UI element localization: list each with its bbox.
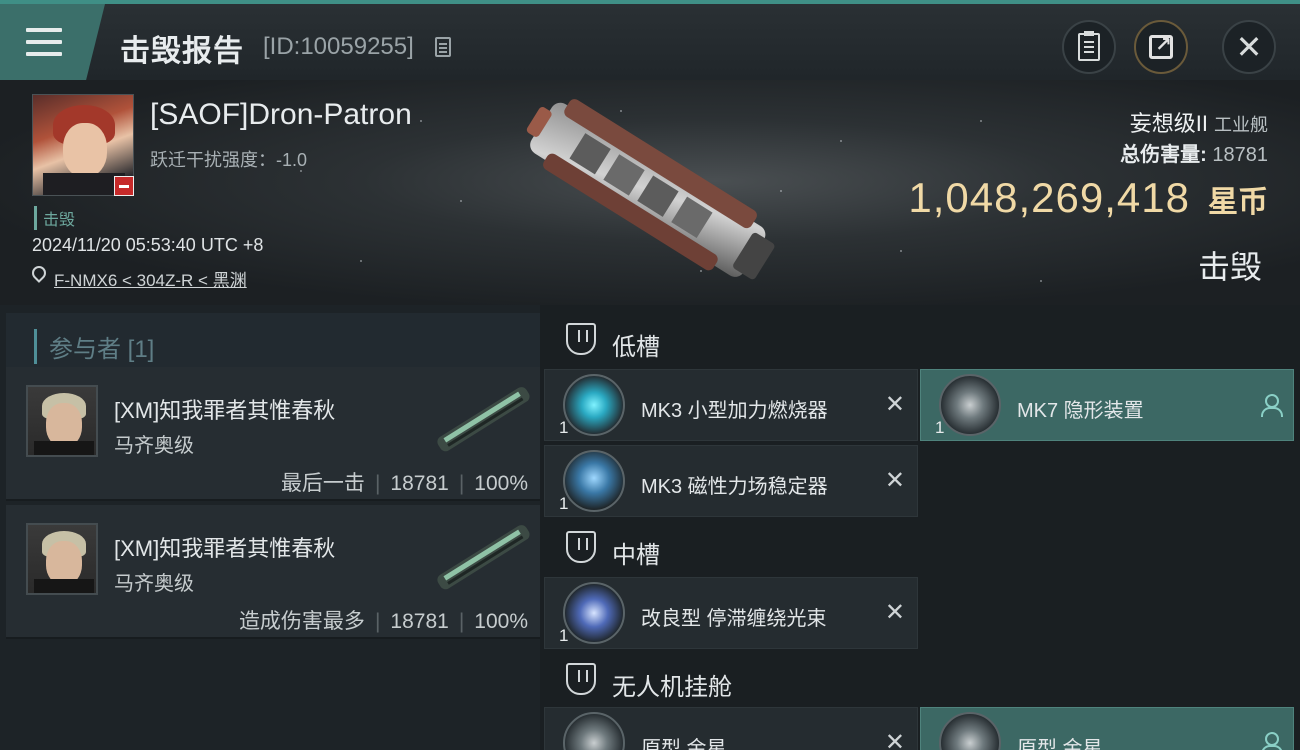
stabilizer-icon (563, 450, 625, 512)
cloak-icon (939, 374, 1001, 436)
attacker-pilot: [XM]知我罪者其惟春秋 (114, 536, 336, 561)
attacker-row[interactable]: [XM]知我罪者其惟春秋 马齐奥级 最后一击 | 18781 | 100% (6, 367, 540, 501)
isk-unit: 星币 (1208, 186, 1268, 219)
close-button[interactable]: ✕ (1222, 20, 1276, 74)
stasis-web-icon (563, 582, 625, 644)
result-label: 击毁 (1197, 249, 1262, 285)
person-icon (1261, 394, 1283, 417)
hostile-standing-icon (114, 176, 134, 196)
attacker-percent: 100% (474, 610, 528, 633)
attacker-ship: 马齐奥级 (114, 435, 194, 457)
person-icon (1261, 732, 1283, 750)
attacker-avatar[interactable] (26, 385, 98, 457)
module-name: MK3 小型加力燃烧器 (641, 400, 828, 422)
mid-slot-header: 中槽 (546, 519, 876, 575)
drone-icon (939, 712, 1001, 750)
total-damage-value: 18781 (1212, 144, 1268, 166)
victim-name[interactable]: [SAOF]Dron-Patron (150, 98, 412, 132)
attacker-percent: 100% (474, 472, 528, 495)
module-name: MK3 磁性力场稳定器 (641, 476, 828, 498)
total-damage-label: 总伤害量: (1120, 144, 1207, 166)
kill-timestamp: 2024/11/20 05:53:40 UTC +8 (32, 235, 264, 255)
warp-disruption-strength: 跃迁干扰强度：-1.0 (150, 150, 308, 170)
header-bar: 击毁报告 [ID:10059255] ✕ (0, 0, 1300, 80)
module-drone[interactable]: 原型 金星 ✕ (544, 707, 918, 750)
drone-bay-label: 无人机挂舱 (612, 674, 732, 701)
attacker-avatar[interactable] (26, 523, 98, 595)
clipboard-icon (1078, 31, 1100, 61)
module-cloak[interactable]: 1 MK7 隐形装置 (920, 369, 1294, 441)
hamburger-icon (24, 28, 62, 56)
status-tag: 击毁 (34, 206, 75, 230)
drone-bay-icon (566, 663, 596, 695)
attacker-pilot: [XM]知我罪者其惟春秋 (114, 398, 336, 423)
attacker-row[interactable]: [XM]知我罪者其惟春秋 马齐奥级 造成伤害最多 | 18781 | 100% (6, 505, 540, 639)
attacker-ship-icon (437, 387, 530, 452)
attacker-stats: 最后一击 | 18781 | 100% (280, 472, 528, 495)
ship-type: 工业舰 (1214, 115, 1268, 135)
module-stabilizer[interactable]: 1 MK3 磁性力场稳定器 ✕ (544, 445, 918, 517)
drone-icon (563, 712, 625, 750)
isk-amount: 1,048,269,418 (908, 174, 1190, 221)
fitting-panel: 低槽 1 MK3 小型加力燃烧器 ✕ 1 MK7 隐形装置 1 MK3 磁性力场… (540, 305, 1300, 750)
isk-value: 1,048,269,418 星币 (908, 174, 1268, 222)
kill-location-link[interactable]: F-NMX6 < 304Z-R < 黑渊 (54, 266, 247, 291)
kill-summary: [SAOF]Dron-Patron 跃迁干扰强度：-1.0 击毁 2024/11… (0, 80, 1300, 305)
participants-count: 参与者 [1] (34, 329, 154, 364)
attacker-ship: 马齐奥级 (114, 573, 194, 595)
mid-slot-label: 中槽 (612, 542, 660, 569)
attacker-role: 造成伤害最多 (238, 610, 365, 633)
share-button[interactable] (1134, 20, 1188, 74)
module-drone[interactable]: 原型 金星 (920, 707, 1294, 750)
afterburner-icon (563, 374, 625, 436)
low-slot-label: 低槽 (612, 334, 660, 361)
remove-icon[interactable]: ✕ (885, 728, 905, 750)
module-quantity: 1 (935, 418, 945, 437)
low-slot-header: 低槽 (546, 311, 876, 367)
drone-bay-header: 无人机挂舱 (546, 651, 876, 707)
victim-ship-render (526, 99, 775, 280)
attacker-role: 最后一击 (280, 472, 365, 495)
share-icon (1149, 32, 1173, 59)
attacker-damage: 18781 (390, 472, 449, 495)
menu-button[interactable] (0, 4, 105, 80)
module-quantity: 1 (559, 418, 569, 437)
ship-class: 妄想级II 工业舰 (1130, 106, 1268, 138)
module-afterburner[interactable]: 1 MK3 小型加力燃烧器 ✕ (544, 369, 918, 441)
attacker-damage: 18781 (390, 610, 449, 633)
clipboard-button[interactable] (1062, 20, 1116, 74)
module-name: MK7 隐形装置 (1017, 400, 1144, 422)
remove-icon[interactable]: ✕ (885, 466, 905, 495)
attacker-stats: 造成伤害最多 | 18781 | 100% (238, 610, 528, 633)
page-title: 击毁报告 (120, 35, 244, 68)
module-name: 原型 金星 (1017, 738, 1103, 750)
remove-icon[interactable]: ✕ (885, 598, 905, 627)
attacker-ship-icon (437, 525, 530, 590)
module-stasis-web[interactable]: 1 改良型 停滞缠绕光束 ✕ (544, 577, 918, 649)
module-name: 原型 金星 (641, 738, 727, 750)
remove-icon[interactable]: ✕ (885, 390, 905, 419)
module-quantity: 1 (559, 626, 569, 645)
total-damage: 总伤害量: 18781 (1120, 138, 1268, 167)
mid-slot-icon (566, 531, 596, 563)
close-icon: ✕ (1235, 29, 1263, 65)
copy-id-icon[interactable] (435, 37, 451, 57)
module-name: 改良型 停滞缠绕光束 (641, 608, 827, 630)
participants-header: 参与者 [1] (6, 313, 540, 369)
report-id: [ID:10059255] (263, 33, 414, 60)
module-quantity: 1 (559, 494, 569, 513)
ship-name[interactable]: 妄想级II (1130, 111, 1208, 136)
participants-panel: 参与者 [1] [XM]知我罪者其惟春秋 马齐奥级 最后一击 | 18781 | 100… (0, 305, 540, 750)
low-slot-icon (566, 323, 596, 355)
